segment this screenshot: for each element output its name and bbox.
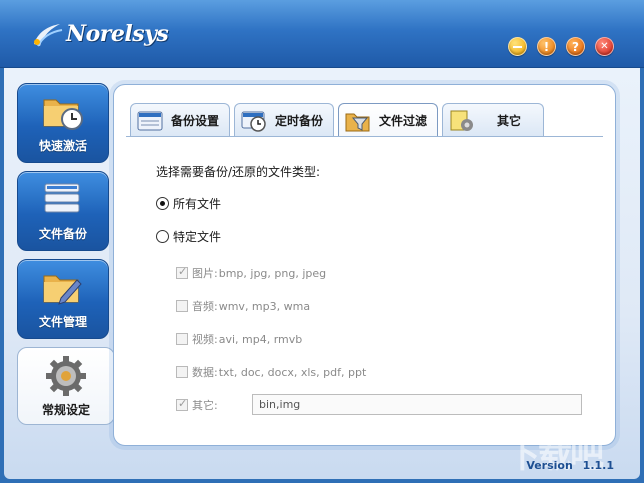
checkbox-prefix: 视频: [192,333,218,346]
help-button[interactable]: ? [566,37,585,56]
nav-item-quick-activate[interactable]: 快速激活 [17,83,109,163]
close-button[interactable]: ✕ [595,37,614,56]
close-icon: ✕ [600,41,609,52]
folder-clock-icon [41,92,85,132]
nav-item-file-manage[interactable]: 文件管理 [17,259,109,339]
question-icon: ? [572,39,579,54]
checkbox-prefix: 音频: [192,300,218,313]
warning-button[interactable]: ! [537,37,556,56]
radio-button-checked[interactable] [156,197,169,210]
checkbox-prefix: 数据: [192,366,218,379]
gear-icon [44,356,88,396]
version-label: Version 1.1.1 [526,459,614,472]
radio-label: 特定文件 [173,230,222,244]
other-extensions-input[interactable]: bin,img [252,394,582,415]
checkbox-audio[interactable]: 音频: wmv, mp3, wma [176,298,310,314]
minimize-button[interactable] [508,37,527,56]
checkbox[interactable] [176,265,188,279]
checkbox[interactable] [176,300,188,312]
nav-label: 常规设定 [41,403,90,417]
title-bar: Norelsys ! ? ✕ [0,0,644,68]
app-body: 快速激活 文件备份 文件管理 常规设定 备份设置 定时备份 文件过滤 其它 选择… [4,68,640,479]
radio-all-files[interactable]: 所有文件 [156,195,221,212]
nav-label: 快速激活 [38,139,87,153]
radio-label: 所有文件 [173,197,222,211]
file-filter-form: 选择需要备份/还原的文件类型: 所有文件 特定文件 图片: bmp, jpg, … [114,85,615,445]
section-label: 选择需要备份/还原的文件类型: [156,165,321,179]
version-prefix: Version [526,459,573,472]
checkbox-exts: avi, mp4, rmvb [218,332,303,346]
checkbox[interactable] [176,397,188,411]
logo-text: Norelsys [66,21,169,47]
minimize-icon [513,45,522,48]
radio-specific-files[interactable]: 特定文件 [156,228,221,245]
checkbox-prefix: 其它: [192,399,218,412]
checkbox[interactable] [176,366,188,378]
checkbox-prefix: 图片: [192,267,218,280]
checkbox-exts: txt, doc, docx, xls, pdf, ppt [218,365,367,379]
nav-label: 文件管理 [38,315,87,329]
folder-pen-icon [41,268,85,308]
checkbox-data[interactable]: 数据: txt, doc, docx, xls, pdf, ppt [176,364,366,380]
checkbox-exts: wmv, mp3, wma [218,299,311,313]
nav-item-file-backup[interactable]: 文件备份 [17,171,109,251]
app-logo: Norelsys [30,16,169,52]
exclamation-icon: ! [543,39,550,54]
logo-swirl-icon [30,18,64,50]
checkbox-other[interactable]: 其它: [176,397,218,413]
nav-label: 文件备份 [38,227,87,241]
version-number: 1.1.1 [582,459,614,472]
checkbox-images[interactable]: 图片: bmp, jpg, png, jpeg [176,265,326,281]
checkbox[interactable] [176,333,188,345]
checkbox-exts: bmp, jpg, png, jpeg [218,266,327,280]
stack-icon [41,180,85,220]
settings-panel: 备份设置 定时备份 文件过滤 其它 选择需要备份/还原的文件类型: 所有文件 特… [113,84,616,446]
nav-item-general-settings[interactable]: 常规设定 [17,347,115,425]
checkbox-video[interactable]: 视频: avi, mp4, rmvb [176,331,302,347]
radio-button[interactable] [156,230,169,243]
window-controls: ! ? ✕ [508,37,614,56]
